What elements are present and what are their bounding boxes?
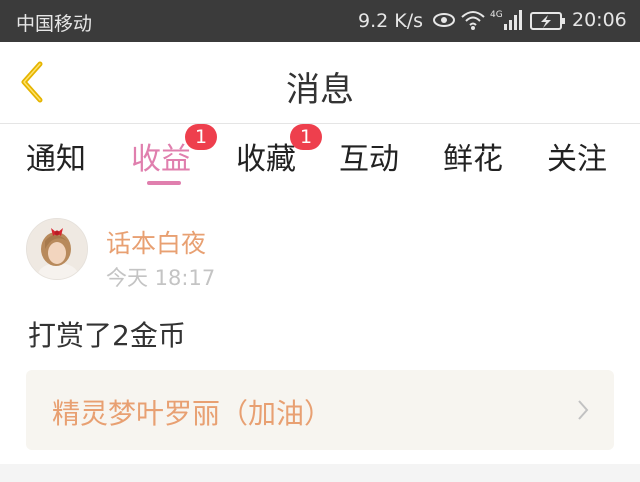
- page-title: 消息: [286, 70, 354, 110]
- carrier-name: 中国移动: [16, 13, 93, 35]
- tab-label: 收益: [131, 142, 191, 177]
- tab-label: 关注: [547, 142, 607, 177]
- battery-charging-icon: [530, 11, 566, 36]
- tab-flowers[interactable]: 鲜花: [443, 134, 503, 178]
- user-avatar-image: [27, 219, 87, 279]
- tab-label: 互动: [339, 142, 399, 177]
- eye-icon: [432, 10, 456, 35]
- work-link-card[interactable]: 精灵梦叶罗丽（加油）: [26, 370, 614, 450]
- tab-earnings[interactable]: 收益 1: [131, 124, 217, 178]
- tab-bar: 通知 收益 1 收藏 1 互动 鲜花 关注: [0, 124, 640, 190]
- tab-label: 鲜花: [443, 142, 503, 177]
- header-bar: 消息: [0, 42, 640, 124]
- tab-favorites[interactable]: 收藏 1: [236, 124, 322, 178]
- sender-name[interactable]: 话本白夜: [106, 224, 206, 260]
- tab-interactions[interactable]: 互动: [339, 134, 399, 178]
- unread-badge: 1: [290, 124, 322, 150]
- tab-follows[interactable]: 关注: [547, 134, 607, 178]
- message-item: 话本白夜 今天 18:17 打赏了2金币 精灵梦叶罗丽（加油）: [0, 190, 640, 462]
- list-divider: [0, 464, 640, 482]
- tab-label: 收藏: [236, 142, 296, 177]
- unread-badge: 1: [185, 124, 217, 150]
- message-timestamp: 今天 18:17: [106, 266, 216, 290]
- message-text: 打赏了2金币: [28, 319, 186, 352]
- status-bar: 中国移动 9.2 K/s 4G 20:06: [0, 0, 640, 42]
- signal-type-label: 4G: [490, 10, 503, 20]
- chevron-right-icon: [576, 398, 590, 426]
- cell-signal-icon: 4G: [490, 8, 524, 37]
- network-speed: 9.2 K/s: [358, 10, 424, 32]
- avatar[interactable]: [26, 218, 88, 280]
- wifi-icon: [460, 9, 486, 36]
- tab-label: 通知: [26, 142, 86, 177]
- tab-notifications[interactable]: 通知: [26, 134, 86, 178]
- work-title: 精灵梦叶罗丽（加油）: [52, 397, 333, 430]
- active-tab-indicator: [147, 181, 181, 185]
- clock: 20:06: [572, 9, 627, 31]
